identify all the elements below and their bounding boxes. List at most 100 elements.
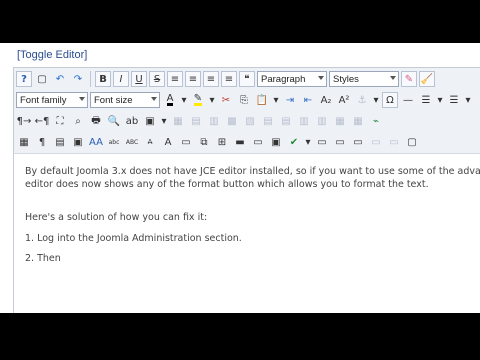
omega-icon[interactable]: Ω [382,92,398,108]
cell-props-icon[interactable]: ▦ [332,113,348,129]
bold-button[interactable]: B [95,71,111,87]
source-icon[interactable]: ▭ [314,134,330,150]
outdent-icon[interactable]: ⇤ [300,92,316,108]
insert-col-icon[interactable]: ▥ [296,113,312,129]
table-row-icon[interactable]: ▤ [188,113,204,129]
redo-icon[interactable]: ↷ [70,71,86,87]
strikethrough-button[interactable]: S [149,71,165,87]
search-icon[interactable]: 🔍 [106,113,122,129]
split-cells-icon[interactable]: ▧ [242,113,258,129]
align-justify-icon[interactable]: ≡ [221,71,237,87]
anchor-icon[interactable]: ⚓ [354,92,370,108]
abbr-icon[interactable]: abc [106,134,122,150]
row-props-icon[interactable]: ▦ [350,113,366,129]
merge-cells-icon[interactable]: ▩ [224,113,240,129]
eraser-icon[interactable]: ✎ [401,71,417,87]
style-props-icon[interactable]: ⊞ [214,134,230,150]
chevron-down-icon[interactable]: ▾ [304,134,312,150]
table-icon[interactable]: ▦ [170,113,186,129]
letterbox-top [0,0,480,43]
screen: [Toggle Editor] ? ▢ ↶ ↷ B I U S ≡ ≡ ≡ ≡ [0,0,480,313]
spellcheck-icon[interactable]: AA [88,134,104,150]
numbered-list-icon[interactable]: ☰ [418,92,434,108]
attributes-icon[interactable]: ▬ [232,134,248,150]
acronym-icon[interactable]: ABC [124,134,140,150]
preview-icon[interactable]: ⌕ [70,113,86,129]
box-icon[interactable]: ▭ [386,134,402,150]
blockquote-icon[interactable]: ❝ [239,71,255,87]
superscript-icon[interactable]: A² [336,92,352,108]
article-icon[interactable]: ▣ [70,134,86,150]
copy-icon[interactable]: ⎘ [236,92,252,108]
bullet-list-icon[interactable]: ☰ [446,92,462,108]
toolbar-row-4: ▦ ¶ ▤ ▣ AA abc ABC A̶ A ▭ ⧉ ⊞ ▬ ▭ ▣ ✔ ▾ [16,132,420,152]
pagebreak-icon[interactable]: ▭ [368,134,384,150]
template-icon[interactable]: ▤ [52,134,68,150]
checkmark-icon[interactable]: ✔ [286,134,302,150]
styles-select[interactable]: Styles [329,71,399,87]
font-color-icon[interactable]: A [162,92,178,108]
insert-row-icon[interactable]: ▤ [260,113,276,129]
body-line-4: 1. Log into the Joomla Administration se… [25,233,242,244]
del-icon[interactable]: A̶ [142,134,158,150]
image-icon[interactable]: ▣ [142,113,158,129]
italic-button[interactable]: I [113,71,129,87]
editor-toolbar: ? ▢ ↶ ↷ B I U S ≡ ≡ ≡ ≡ ❝ Paragraph Styl… [13,67,480,154]
replace-icon[interactable]: ab [124,113,140,129]
video-frame: [Toggle Editor] ? ▢ ↶ ↷ B I U S ≡ ≡ ≡ ≡ [0,0,480,360]
link-icon[interactable]: ⌁ [368,113,384,129]
chevron-down-icon[interactable]: ▾ [372,92,380,108]
delete-col-icon[interactable]: ▥ [314,113,330,129]
font-family-select[interactable]: Font family [16,92,88,108]
toolbar-row-1: ? ▢ ↶ ↷ B I U S ≡ ≡ ≡ ≡ ❝ Paragraph Styl… [16,69,435,89]
chevron-down-icon[interactable]: ▾ [272,92,280,108]
horizontal-rule-icon[interactable]: — [400,92,416,108]
readmore-icon[interactable]: ▭ [350,134,366,150]
editor-content-area[interactable]: By default Joomla 3.x does not have JCE … [13,153,480,313]
layer-icon[interactable]: ⧉ [196,134,212,150]
toolbar-row-3: ¶→ ←¶ ⛶ ⌕ 🖶 🔍 ab ▣ ▾ ▦ ▤ ▥ ▩ ▧ ▤ ▤ ▥ ▥ ▦… [16,111,384,131]
help-icon[interactable]: ? [16,71,32,87]
body-line-1: By default Joomla 3.x does not have JCE … [25,166,480,177]
visual-aid-icon[interactable]: ▦ [16,134,32,150]
font-size-select[interactable]: Font size [90,92,160,108]
format-select[interactable]: Paragraph [257,71,327,87]
delete-row-icon[interactable]: ▤ [278,113,294,129]
undo-icon[interactable]: ↶ [52,71,68,87]
editor-container: [Toggle Editor] ? ▢ ↶ ↷ B I U S ≡ ≡ ≡ ≡ [0,43,480,313]
align-right-icon[interactable]: ≡ [203,71,219,87]
body-line-5: 2. Then [25,253,61,264]
align-left-icon[interactable]: ≡ [167,71,183,87]
cleanup-icon[interactable]: 🧹 [419,71,435,87]
underline-button[interactable]: U [131,71,147,87]
cut-icon[interactable]: ✂ [218,92,234,108]
chevron-down-icon[interactable]: ▾ [180,92,188,108]
indent-icon[interactable]: ⇥ [282,92,298,108]
image-manager-icon[interactable]: ▣ [268,134,284,150]
subscript-icon[interactable]: A₂ [318,92,334,108]
toggle-editor-link[interactable]: [Toggle Editor] [17,49,87,61]
fullscreen-icon[interactable]: ⛶ [52,113,68,129]
align-center-icon[interactable]: ≡ [185,71,201,87]
new-document-icon[interactable]: ▢ [34,71,50,87]
highlight-color-icon[interactable]: ✎ [190,92,206,108]
paragraph-icon[interactable]: ¶ [34,134,50,150]
toolbar-separator [90,71,91,87]
cite-icon[interactable]: ▭ [178,134,194,150]
body-line-2: editor does now shows any of the format … [25,179,429,190]
table-col-icon[interactable]: ▥ [206,113,222,129]
frame-icon[interactable]: ▢ [404,134,420,150]
rtl-icon[interactable]: ←¶ [34,113,50,129]
print-icon[interactable]: 🖶 [88,113,104,129]
chevron-down-icon[interactable]: ▾ [464,92,472,108]
chevron-down-icon[interactable]: ▾ [436,92,444,108]
chevron-down-icon[interactable]: ▾ [208,92,216,108]
paste-icon[interactable]: 📋 [254,92,270,108]
body-line-3: Here's a solution of how you can fix it: [25,212,208,223]
ltr-icon[interactable]: ¶→ [16,113,32,129]
ins-icon[interactable]: A [160,134,176,150]
toolbar-row-2: Font family Font size A ▾ ✎ ▾ ✂ ⎘ 📋 ▾ ⇥ … [16,90,472,110]
media-icon[interactable]: ▭ [250,134,266,150]
chevron-down-icon[interactable]: ▾ [160,113,168,129]
blank-icon[interactable]: ▭ [332,134,348,150]
